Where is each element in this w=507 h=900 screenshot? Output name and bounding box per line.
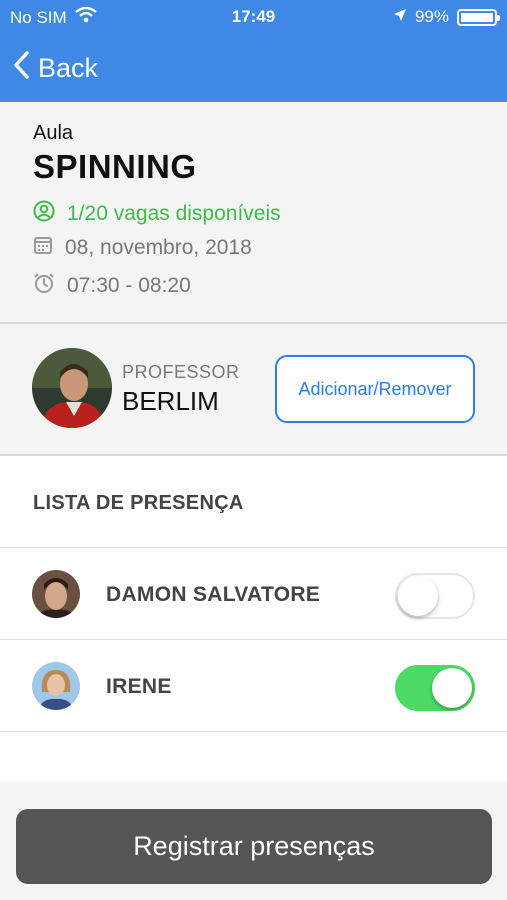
avatar [32, 662, 80, 710]
date-text: 08, novembro, 2018 [65, 236, 252, 259]
professor-name: BERLIM [122, 386, 219, 416]
vagas-row: 1/20 vagas disponíveis [33, 200, 281, 228]
time-row: 07:30 - 08:20 [33, 272, 191, 300]
battery-icon [457, 8, 500, 26]
time-range-text: 07:30 - 08:20 [67, 274, 191, 297]
attendance-title: LISTA DE PRESENÇA [33, 492, 244, 514]
toggle-knob [398, 576, 438, 616]
list-item: DAMON SALVATORE [0, 548, 507, 640]
professor-section: PROFESSOR BERLIM Adicionar/Remover [0, 324, 507, 456]
class-title: SPINNING [33, 148, 197, 185]
professor-avatar [32, 348, 112, 428]
class-info-section: Aula SPINNING 1/20 vagas disponíveis 08,… [0, 102, 507, 324]
calendar-icon [33, 235, 53, 261]
attendance-header: LISTA DE PRESENÇA [0, 456, 507, 548]
date-row: 08, novembro, 2018 [33, 235, 252, 261]
user-circle-icon [33, 200, 55, 228]
attendance-toggle[interactable] [395, 573, 475, 619]
status-right: 99% [393, 7, 500, 27]
attendance-toggle[interactable] [395, 665, 475, 711]
status-bar: No SIM 17:49 99% [0, 0, 507, 34]
alarm-clock-icon [33, 272, 55, 300]
professor-label: PROFESSOR [122, 362, 240, 382]
battery-fill [461, 12, 493, 22]
student-name: DAMON SALVATORE [106, 583, 321, 606]
attendance-list: LISTA DE PRESENÇA DAMON SALVATORE IRENE [0, 456, 507, 782]
register-attendance-button[interactable]: Registrar presenças [16, 809, 492, 884]
location-arrow-icon [393, 7, 407, 27]
class-label: Aula [33, 122, 74, 144]
back-label: Back [38, 53, 99, 83]
student-name: IRENE [106, 675, 172, 698]
nav-bar: Back [0, 34, 507, 102]
battery-percent: 99% [414, 7, 449, 26]
vagas-text: 1/20 vagas disponíveis [67, 202, 281, 225]
bottom-bar: Registrar presenças [0, 782, 507, 900]
add-remove-button[interactable]: Adicionar/Remover [275, 355, 475, 423]
avatar [32, 570, 80, 618]
toggle-knob [432, 668, 472, 708]
list-item: IRENE [0, 640, 507, 732]
back-button[interactable]: Back [12, 50, 98, 87]
chevron-left-icon [12, 50, 30, 87]
